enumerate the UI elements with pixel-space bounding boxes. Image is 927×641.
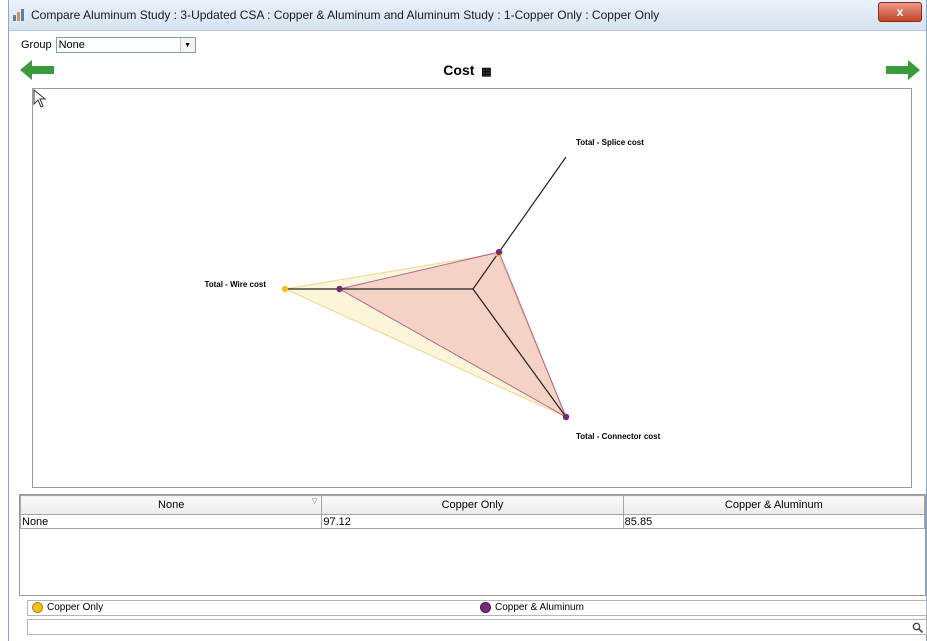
table-cell: 85.85 (622, 514, 926, 529)
window-title: Compare Aluminum Study : 3-Updated CSA :… (31, 8, 660, 22)
radar-chart-svg: Total - Splice cost Total - Connector cos… (204, 138, 661, 441)
chevron-down-icon[interactable]: ▼ (179, 38, 195, 52)
axis-label-2: Total - Wire cost (204, 280, 266, 289)
axis-label-1: Total - Connector cost (576, 432, 661, 441)
sort-icon[interactable]: ▽ (312, 497, 317, 505)
title-bar[interactable]: Compare Aluminum Study : 3-Updated CSA :… (9, 0, 926, 31)
legend-item-copper-only[interactable]: Copper Only (32, 602, 103, 613)
calculator-icon[interactable]: ▦ (481, 65, 491, 78)
table-cell: 97.12 (321, 514, 624, 529)
table-header-row: None ▽ Copper Only Copper & Aluminum (19, 495, 926, 515)
radar-axis-0 (472, 156, 567, 290)
search-icon[interactable] (912, 622, 923, 633)
yellow-circle-icon (32, 602, 43, 613)
table-row[interactable]: None 97.12 85.85 (19, 514, 926, 529)
chart-app-icon (13, 9, 24, 21)
close-icon: x (896, 5, 904, 19)
column-header-none[interactable]: None ▽ (19, 495, 323, 515)
data-point[interactable] (281, 285, 289, 293)
compare-window: Compare Aluminum Study : 3-Updated CSA :… (8, 0, 927, 641)
data-point[interactable] (562, 413, 570, 421)
data-table-area: None ▽ Copper Only Copper & Aluminum Non… (19, 494, 926, 596)
column-header-copper-only[interactable]: Copper Only (321, 495, 624, 515)
group-bar: Group None ▼ (21, 36, 196, 54)
group-select[interactable]: None ▼ (55, 37, 196, 53)
column-header-copper-aluminum[interactable]: Copper & Aluminum (622, 495, 926, 515)
chart-title-text: Cost (443, 62, 475, 78)
legend: Copper Only Copper & Aluminum (27, 600, 927, 616)
table-cell: None (19, 514, 323, 529)
chart-title: Cost ▦ (9, 62, 926, 78)
group-label: Group (21, 39, 52, 51)
purple-circle-icon (480, 602, 491, 613)
axis-label-0: Total - Splice cost (576, 138, 644, 147)
radar-chart: Total - Splice cost Total - Connector cos… (32, 88, 912, 488)
close-button[interactable]: x (878, 2, 922, 22)
search-input[interactable] (27, 619, 927, 635)
group-select-value: None (58, 39, 85, 51)
mouse-cursor-icon (33, 89, 47, 108)
data-point[interactable] (336, 285, 343, 293)
legend-item-copper-aluminum[interactable]: Copper & Aluminum (480, 602, 584, 613)
data-table: None ▽ Copper Only Copper & Aluminum Non… (19, 495, 926, 529)
data-point[interactable] (495, 248, 503, 256)
